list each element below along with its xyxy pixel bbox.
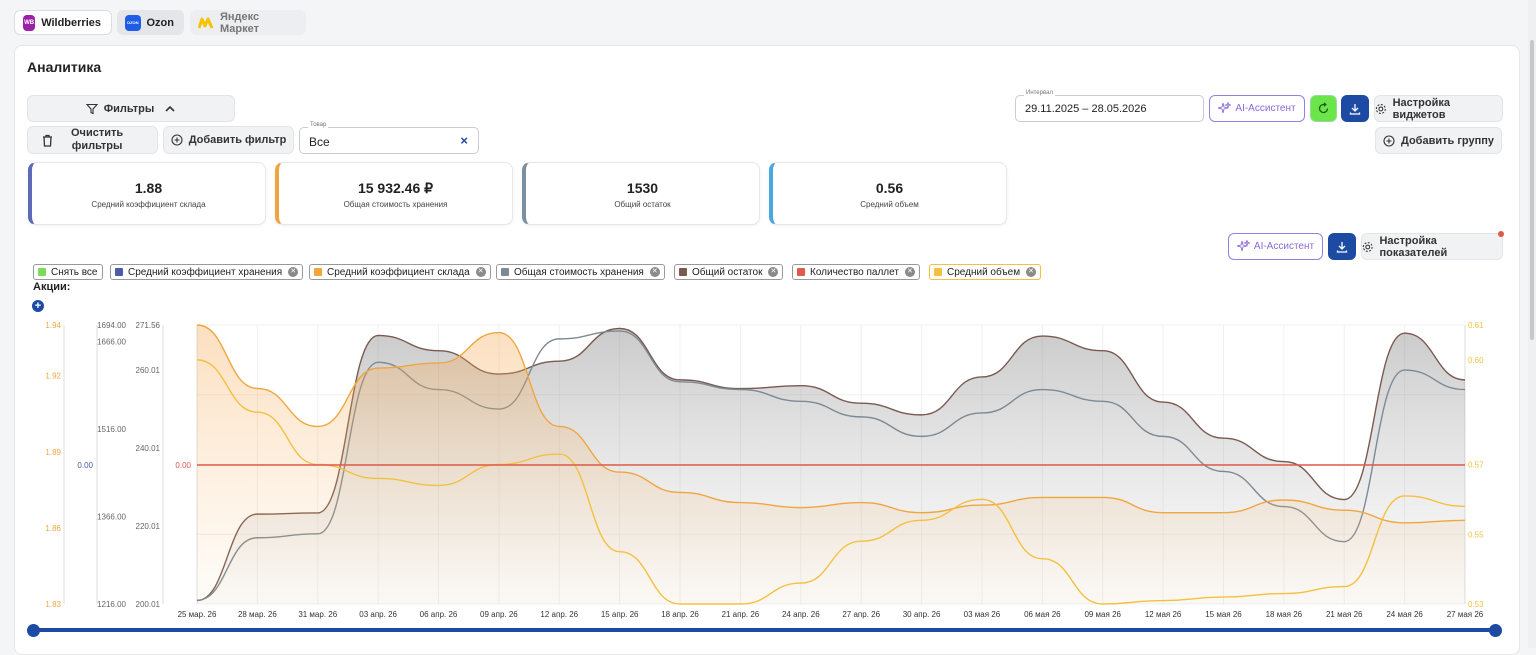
clear-filters-label-1: Очистить (71, 127, 124, 139)
promotions-label: Акции: (33, 281, 71, 293)
legend-storage-cost[interactable]: Общая стоимость хранения ✕ (496, 264, 665, 280)
kpi-value: 1530 (626, 180, 659, 196)
chevron-up-icon (165, 105, 175, 112)
gear-icon (1375, 103, 1386, 114)
legend-avg-storage-coef[interactable]: Средний коэффициент хранения ✕ (110, 264, 304, 280)
legend-swatch (115, 268, 123, 276)
marketplace-tabs: WB Wildberries OZON Ozon Яндекс Маркет (0, 0, 1536, 40)
clear-filters-button[interactable]: Очистить фильтры (27, 126, 158, 154)
legend-label: Общая стоимость хранения (514, 266, 644, 278)
legend-label: Средний объем (947, 266, 1021, 278)
legend-deselect-all[interactable]: Снять все (33, 264, 103, 280)
sparkle-icon (1236, 240, 1250, 252)
legend-label: Средний коэффициент склада (327, 266, 470, 278)
wildberries-logo-icon: WB (23, 14, 36, 31)
kpi-caption: Средний объем (860, 200, 919, 209)
yandex-market-logo-icon (198, 15, 214, 31)
tab-label: Wildberries (41, 16, 101, 29)
plus-circle-icon (1383, 134, 1395, 147)
kpi-caption: Средний коэффициент склада (91, 200, 206, 209)
legend-avg-volume[interactable]: Средний объем ✕ (929, 264, 1042, 280)
tab-ozon[interactable]: OZON Ozon (117, 10, 184, 35)
interval-field[interactable]: Интервал 29.11.2025 – 28.05.2026 (1015, 90, 1204, 122)
interval-label: Интервал (1024, 90, 1055, 96)
range-slider-track[interactable] (33, 628, 1496, 632)
remove-icon[interactable]: ✕ (288, 267, 299, 277)
legend-swatch (38, 268, 46, 276)
remove-icon[interactable]: ✕ (768, 267, 779, 277)
kpi-card-total-remaining: 1530 Общий остаток (522, 162, 760, 225)
download-icon (1349, 103, 1361, 115)
legend-swatch (679, 268, 687, 276)
kpi-card-storage-cost: 15 932.46 ₽ Общая стоимость хранения (275, 162, 513, 225)
kpi-value: 1.88 (134, 180, 163, 196)
remove-icon[interactable]: ✕ (649, 267, 660, 277)
range-slider-end-handle[interactable] (1489, 624, 1502, 637)
metrics-settings-label: Настройка показателей (1379, 234, 1448, 259)
kpi-value: 0.56 (875, 180, 904, 196)
scrollbar-thumb[interactable] (1530, 40, 1534, 340)
product-field-label: Товар (308, 122, 329, 128)
tab-wildberries[interactable]: WB Wildberries (14, 10, 112, 35)
legend-label: Средний коэффициент хранения (128, 266, 283, 278)
filter-icon (85, 103, 98, 114)
chart-download-button[interactable] (1328, 233, 1356, 260)
download-icon (1336, 241, 1348, 253)
refresh-button[interactable] (1310, 95, 1337, 122)
interval-value: 29.11.2025 – 28.05.2026 (1025, 103, 1147, 115)
legend-avg-warehouse-coef[interactable]: Средний коэффициент склада ✕ (309, 264, 491, 280)
widgets-settings-label: Настройка виджетов (1392, 96, 1450, 121)
trash-icon (43, 134, 52, 147)
legend-swatch (797, 268, 805, 276)
metrics-settings-button[interactable]: Настройка показателей (1361, 231, 1504, 260)
clear-filters-label-2: фильтры (71, 140, 123, 152)
range-slider-start-handle[interactable] (27, 624, 40, 637)
gear-icon (1362, 241, 1373, 252)
widgets-settings-button[interactable]: Настройка виджетов (1374, 95, 1503, 122)
add-promotion-icon[interactable]: + (32, 300, 44, 312)
filters-toggle-label: Фильтры (103, 102, 155, 115)
add-filter-label: Добавить фильтр (188, 134, 287, 146)
page-title: Аналитика (27, 59, 102, 75)
legend-swatch (501, 268, 509, 276)
kpi-value: 15 932.46 ₽ (357, 180, 434, 196)
filters-toggle-button[interactable]: Фильтры (27, 95, 235, 122)
legend-label: Общий остаток (692, 266, 763, 278)
ai-assistant-label: AI-Ассистент (1235, 103, 1296, 114)
kpi-card-avg-volume: 0.56 Средний объем (769, 162, 1007, 225)
kpi-caption: Общий остаток (614, 200, 671, 209)
add-group-button[interactable]: Добавить группу (1375, 127, 1502, 154)
tab-yandex-market[interactable]: Яндекс Маркет (190, 10, 306, 35)
remove-icon[interactable]: ✕ (475, 267, 486, 277)
kpi-caption: Общая стоимость хранения (343, 200, 448, 209)
add-group-label: Добавить группу (1400, 134, 1494, 147)
legend-label: Снять все (51, 266, 98, 278)
ai-assistant-button[interactable]: AI-Ассистент (1209, 95, 1305, 122)
chart-ai-assistant-label: AI-Ассистент (1253, 241, 1315, 252)
scrollbar[interactable] (1528, 0, 1536, 648)
legend-pallets-count[interactable]: Количество паллет ✕ (792, 264, 920, 280)
ozon-logo-icon: OZON (125, 14, 141, 31)
remove-icon[interactable]: ✕ (1026, 267, 1037, 277)
legend-label: Количество паллет (810, 266, 899, 278)
add-filter-button[interactable]: Добавить фильтр (163, 126, 294, 154)
tab-label: Яндекс Маркет (220, 10, 260, 35)
sparkle-icon (1218, 102, 1232, 114)
product-value: Все (309, 135, 330, 149)
chart-ai-assistant-button[interactable]: AI-Ассистент (1228, 233, 1323, 260)
product-select[interactable]: Товар Все × (299, 122, 479, 154)
download-button[interactable] (1341, 95, 1369, 122)
clear-product-icon[interactable]: × (460, 133, 468, 148)
legend-total-remaining[interactable]: Общий остаток ✕ (674, 264, 784, 280)
plus-circle-icon (171, 134, 183, 146)
legend-swatch (314, 268, 322, 276)
tab-label: Ozon (146, 16, 175, 29)
refresh-icon (1318, 102, 1329, 114)
legend-swatch (934, 268, 942, 276)
kpi-card-avg-warehouse-coef: 1.88 Средний коэффициент склада (28, 162, 266, 225)
notification-dot (1498, 231, 1504, 237)
remove-icon[interactable]: ✕ (904, 267, 915, 277)
